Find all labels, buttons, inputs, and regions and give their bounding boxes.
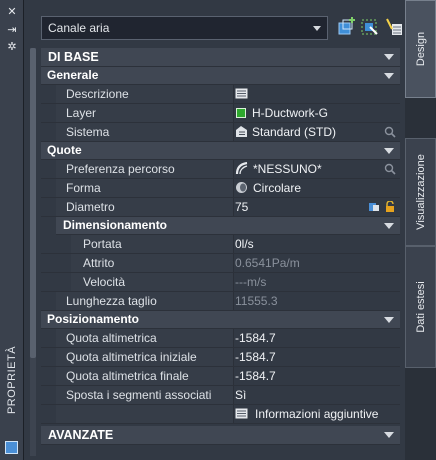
palette-icon xyxy=(5,441,18,454)
property-row[interactable]: Forma Circolare xyxy=(41,179,400,198)
lock-icon[interactable] xyxy=(384,201,396,213)
routing-icon xyxy=(235,162,248,175)
tab-visualizzazione[interactable]: Visualizzazione xyxy=(405,138,436,246)
toggle-pickadd-icon[interactable] xyxy=(384,17,404,37)
property-label: Sposta i segmenti associati xyxy=(56,386,234,404)
object-type-selector[interactable]: Canale aria xyxy=(41,16,328,40)
property-grid: DI BASE Generale Descrizione Layer H-Duc… xyxy=(41,48,400,445)
property-row[interactable]: Descrizione xyxy=(41,85,400,104)
property-value: ---m/s xyxy=(235,275,267,289)
select-objects-icon[interactable] xyxy=(360,17,380,37)
chevron-down-icon[interactable] xyxy=(313,26,321,31)
property-row[interactable]: Quota altimetrica iniziale -1584.7 xyxy=(41,348,400,367)
palette-title: PROPRIETÀ xyxy=(6,345,18,415)
palette-tabs: Design Visualizzazione Dati estesi xyxy=(405,0,436,460)
object-type-value: Canale aria xyxy=(48,21,110,35)
properties-menu-icon[interactable]: ✲ xyxy=(5,41,19,53)
search-icon[interactable] xyxy=(384,126,396,138)
auto-hide-icon[interactable]: ⇥ xyxy=(5,24,19,36)
property-label: Sistema xyxy=(56,123,234,141)
scrollbar-thumb[interactable] xyxy=(30,48,36,358)
collapse-icon[interactable] xyxy=(384,432,394,438)
property-row[interactable]: Quota altimetrica finale -1584.7 xyxy=(41,367,400,386)
property-value[interactable]: Circolare xyxy=(235,179,400,197)
property-value[interactable]: -1584.7 xyxy=(235,348,400,366)
layer-value: H-Ductwork-G xyxy=(252,106,329,120)
property-label: Quota altimetrica finale xyxy=(56,367,234,385)
property-label: Quota altimetrica xyxy=(56,329,234,347)
close-icon[interactable]: ✕ xyxy=(5,6,19,18)
property-row[interactable]: Diametro 75 xyxy=(41,198,400,217)
property-row[interactable]: Sposta i segmenti associati Sì xyxy=(41,386,400,405)
collapse-icon[interactable] xyxy=(384,223,394,229)
property-row[interactable]: Portata 0l/s xyxy=(41,235,400,254)
property-value[interactable]: Standard (STD) xyxy=(235,123,400,141)
property-row[interactable]: Informazioni aggiuntive xyxy=(41,405,400,424)
property-value[interactable]: 0l/s xyxy=(235,235,400,253)
diameter-value: 75 xyxy=(235,200,249,214)
additional-info-link[interactable]: Informazioni aggiuntive xyxy=(255,407,378,421)
collapse-icon[interactable] xyxy=(384,148,394,154)
property-label: Preferenza percorso xyxy=(56,160,234,178)
collapse-icon[interactable] xyxy=(384,73,394,79)
property-label: Forma xyxy=(56,179,234,197)
property-label: Layer xyxy=(56,104,234,122)
size-list-icon[interactable] xyxy=(368,201,380,213)
property-row[interactable]: Layer H-Ductwork-G xyxy=(41,104,400,123)
property-label: Velocità xyxy=(71,273,234,291)
category-generale[interactable]: Generale xyxy=(41,67,400,85)
property-label: Quota altimetrica iniziale xyxy=(56,348,234,366)
layer-color-swatch xyxy=(236,108,246,118)
shape-value: Circolare xyxy=(253,181,302,195)
description-icon[interactable] xyxy=(235,87,248,100)
property-label: Attrito xyxy=(71,254,234,272)
property-row[interactable]: Sistema Standard (STD) xyxy=(41,123,400,142)
search-icon[interactable] xyxy=(384,163,396,175)
property-value[interactable]: -1584.7 xyxy=(235,367,400,385)
property-value[interactable]: 75 xyxy=(235,198,400,216)
property-row[interactable]: Attrito 0.6541Pa/m xyxy=(41,254,400,273)
property-value[interactable]: Sì xyxy=(235,386,400,404)
property-row[interactable]: Lunghezza taglio 11555.3 xyxy=(41,292,400,311)
property-label: Portata xyxy=(71,235,234,253)
property-label: Descrizione xyxy=(56,85,234,103)
property-label xyxy=(56,405,234,423)
property-row[interactable]: Quota altimetrica -1584.7 xyxy=(41,329,400,348)
section-avanzate[interactable]: AVANZATE xyxy=(41,426,400,445)
collapse-icon[interactable] xyxy=(384,54,394,60)
palette-title-bar[interactable]: ✕ ⇥ ✲ PROPRIETÀ xyxy=(0,0,24,460)
routing-value: *NESSUNO* xyxy=(253,162,322,176)
system-value: Standard (STD) xyxy=(252,125,337,139)
property-row[interactable]: Preferenza percorso *NESSUNO* xyxy=(41,160,400,179)
collapse-icon[interactable] xyxy=(384,317,394,323)
property-value[interactable]: H-Ductwork-G xyxy=(235,104,400,122)
property-value: 0.6541Pa/m xyxy=(235,256,300,270)
additional-info-icon[interactable] xyxy=(235,407,248,420)
round-shape-icon xyxy=(236,182,247,193)
property-label: Lunghezza taglio xyxy=(56,292,234,310)
property-value[interactable] xyxy=(235,85,400,103)
tab-design[interactable]: Design xyxy=(405,0,436,98)
system-icon xyxy=(236,126,247,137)
category-posizionamento[interactable]: Posizionamento xyxy=(41,311,400,329)
section-di-base[interactable]: DI BASE xyxy=(41,48,400,67)
property-value[interactable]: -1584.7 xyxy=(235,329,400,347)
tab-dati-estesi[interactable]: Dati estesi xyxy=(405,246,436,368)
category-quote[interactable]: Quote xyxy=(41,142,400,160)
category-dimensionamento[interactable]: Dimensionamento xyxy=(56,217,400,235)
quick-select-icon[interactable] xyxy=(336,17,356,37)
property-value[interactable]: *NESSUNO* xyxy=(235,160,400,178)
property-row[interactable]: Velocità ---m/s xyxy=(41,273,400,292)
property-value: 11555.3 xyxy=(235,294,278,308)
property-value[interactable]: Informazioni aggiuntive xyxy=(235,405,400,423)
property-label: Diametro xyxy=(56,198,234,216)
